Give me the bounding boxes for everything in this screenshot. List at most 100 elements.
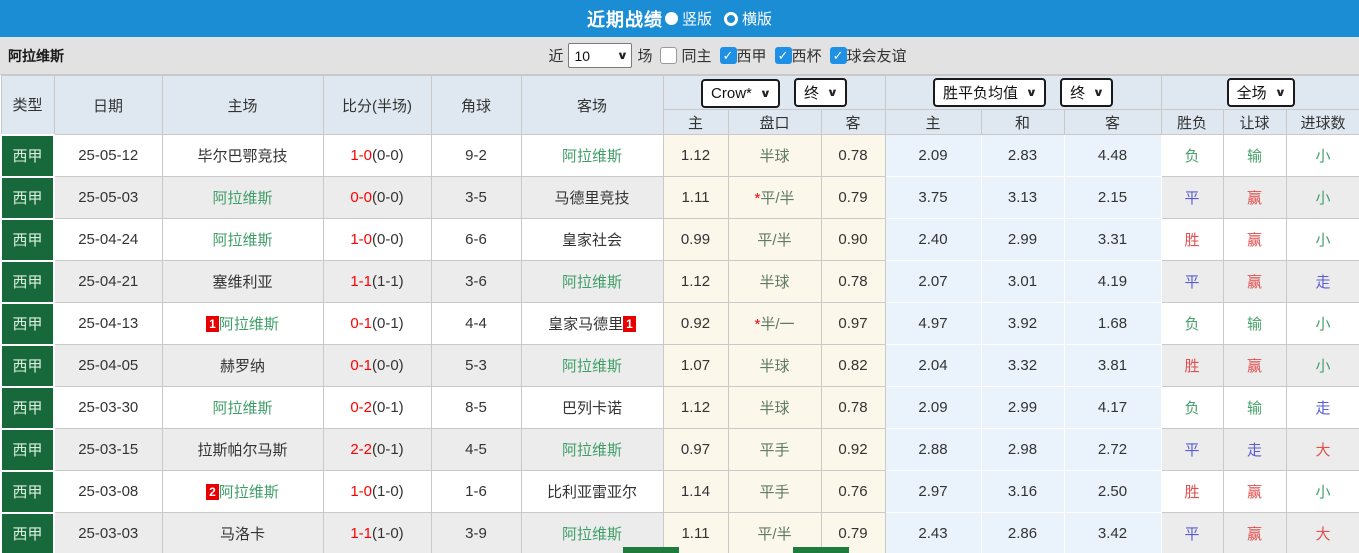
scope-group-header: 全场 ∨ [1160, 75, 1359, 110]
team-label: 赫罗纳 [219, 358, 265, 375]
league-liga-checkbox[interactable]: ✓ [719, 47, 737, 64]
result-handicap: 输 [1222, 302, 1287, 345]
away-team: 马德里竞技 [520, 176, 664, 219]
avg-draw: 3.13 [980, 176, 1065, 219]
avg-time-select[interactable]: 终 ∨ [1060, 78, 1114, 107]
odds-away: 0.92 [820, 428, 886, 471]
away-team: 皇家马德里 1 [520, 302, 664, 345]
same-home-checkbox[interactable] [660, 47, 678, 64]
result-wdl: 胜 [1160, 344, 1224, 387]
sub-header-avg-away: 客 [1063, 109, 1162, 135]
home-team: 赫罗纳 [161, 344, 324, 387]
same-home-label: 同主 [681, 48, 712, 65]
col-header-score: 比分(半场) [322, 75, 432, 135]
home-team: 阿拉维斯 [161, 176, 324, 219]
filter-controls: 近 10 ∨ 场 同主 ✓ 西甲 ✓ 西杯 ✓ 球会友谊 [548, 43, 907, 68]
score: 0-1(0-0) [322, 344, 432, 387]
odds-handicap: 半球 [727, 134, 822, 177]
results-tbody: 西甲 25-05-12 毕尔巴鄂竞技 1-0(0-0) 9-2 阿拉维斯 1.12 半球 0.7… [0, 133, 1359, 553]
partial-green-button [793, 547, 849, 553]
title-bar: 近期战绩 竖版 横版 [0, 0, 1359, 37]
corner-score: 5-3 [430, 344, 522, 387]
odds-away: 0.78 [820, 386, 886, 429]
table-row: 西甲 25-03-03 马洛卡 1-1(1-0) 3-9 阿拉维斯 1.11 平/半 0.79 2… [0, 511, 1359, 553]
halftime-score: (0-1) [372, 441, 404, 458]
table-row: 西甲 25-04-21 塞维利亚 1-1(1-1) 3-6 阿拉维斯 1.12 半球 0.78 2… [0, 259, 1359, 304]
table-row: 西甲 25-04-13 1 阿拉维斯 0-1(0-1) 4-4 皇家马德里 1 0.92 *半/一… [0, 301, 1359, 346]
red-card-badge: 1 [206, 316, 219, 332]
team-label: 阿拉维斯 [561, 274, 622, 291]
result-wdl: 平 [1160, 428, 1224, 471]
partial-green-button [623, 547, 679, 553]
sub-header-result-goals: 进球数 [1285, 109, 1359, 135]
odds-away: 0.97 [820, 302, 886, 345]
score: 1-0(0-0) [322, 218, 432, 261]
match-count-select[interactable]: 10 ∨ [568, 43, 633, 68]
halftime-score: (0-1) [372, 399, 404, 416]
match-type: 西甲 [0, 175, 55, 220]
result-goals: 小 [1285, 218, 1359, 261]
home-team: 阿拉维斯 [161, 218, 324, 261]
radio-horizontal-icon[interactable] [724, 11, 738, 26]
corner-score: 9-2 [430, 134, 522, 177]
recent-results-panel: 近期战绩 竖版 横版 阿拉维斯 近 10 ∨ 场 同主 ✓ 西甲 ✓ 西杯 ✓ … [0, 0, 1359, 553]
chevron-down-icon: ∨ [616, 50, 628, 62]
result-wdl: 胜 [1160, 470, 1224, 513]
fulltime-score: 0-2 [350, 399, 372, 416]
league-friendly-checkbox[interactable]: ✓ [829, 47, 847, 64]
odds-away: 0.82 [820, 344, 886, 387]
avg-away: 4.19 [1063, 260, 1162, 303]
result-wdl: 负 [1160, 134, 1224, 177]
away-team: 阿拉维斯 [520, 428, 664, 471]
table-row: 西甲 25-05-03 阿拉维斯 0-0(0-0) 3-5 马德里竞技 1.11 *平/半 0.… [0, 175, 1359, 220]
header-row-groups: 类型 日期 主场 比分(半场) 角球 客场 Crow* ∨ 终 ∨ 胜平负均值 … [0, 75, 1359, 135]
radio-horizontal-label[interactable]: 横版 [742, 8, 772, 29]
odds-handicap: 平手 [727, 470, 822, 513]
table-row: 西甲 25-03-15 拉斯帕尔马斯 2-2(0-1) 4-5 阿拉维斯 0.97 平手 0.9… [0, 427, 1359, 472]
avg-draw: 3.01 [980, 260, 1065, 303]
team-label: 阿拉维斯 [212, 232, 273, 249]
home-team: 拉斯帕尔马斯 [161, 428, 324, 471]
sub-header-odds-handicap: 盘口 [727, 109, 822, 135]
odds-time-select[interactable]: 终 ∨ [794, 77, 847, 107]
table-row: 西甲 25-03-30 阿拉维斯 0-2(0-1) 8-5 巴列卡诺 1.12 半球 0.78 2… [0, 385, 1359, 430]
result-wdl: 负 [1160, 302, 1224, 345]
corner-score: 4-5 [430, 428, 522, 471]
radio-vertical-label[interactable]: 竖版 [682, 8, 712, 29]
radio-vertical-selected-icon[interactable] [664, 12, 678, 25]
result-goals: 走 [1285, 386, 1359, 429]
league-cup-checkbox[interactable]: ✓ [774, 47, 792, 64]
scope-select[interactable]: 全场 ∨ [1226, 78, 1295, 107]
fulltime-score: 1-0 [350, 147, 372, 164]
fulltime-score: 0-1 [350, 315, 372, 332]
avg-draw: 3.32 [980, 344, 1065, 387]
result-goals: 大 [1285, 512, 1359, 553]
sub-header-avg-draw: 和 [980, 109, 1065, 135]
avg-home: 4.97 [884, 302, 982, 345]
avg-away: 3.81 [1063, 344, 1162, 387]
result-wdl: 平 [1160, 176, 1224, 219]
team-label: 阿拉维斯 [561, 148, 622, 165]
match-type: 西甲 [0, 511, 55, 553]
odds-home: 1.12 [662, 134, 729, 177]
team-label: 巴列卡诺 [561, 400, 622, 417]
result-handicap: 赢 [1222, 344, 1287, 387]
team-label: 马德里竞技 [554, 190, 630, 207]
result-goals: 小 [1285, 470, 1359, 513]
avg-type-select[interactable]: 胜平负均值 ∨ [932, 78, 1046, 107]
team-label: 阿拉维斯 [561, 526, 622, 543]
match-type: 西甲 [0, 259, 55, 304]
col-header-date: 日期 [53, 75, 163, 135]
home-team: 马洛卡 [161, 512, 324, 553]
results-table: 类型 日期 主场 比分(半场) 角球 客场 Crow* ∨ 终 ∨ 胜平负均值 … [0, 75, 1359, 553]
avg-away: 4.48 [1063, 134, 1162, 177]
match-type: 西甲 [0, 301, 55, 346]
team-label: 毕尔巴鄂竞技 [197, 148, 288, 165]
odds-company-select[interactable]: Crow* ∨ [701, 78, 780, 108]
asterisk-icon: * [754, 316, 761, 333]
corner-score: 8-5 [430, 386, 522, 429]
odds-home: 0.92 [662, 302, 729, 345]
away-team: 巴列卡诺 [520, 386, 664, 429]
result-wdl: 平 [1160, 512, 1224, 553]
avg-draw: 2.99 [980, 386, 1065, 429]
